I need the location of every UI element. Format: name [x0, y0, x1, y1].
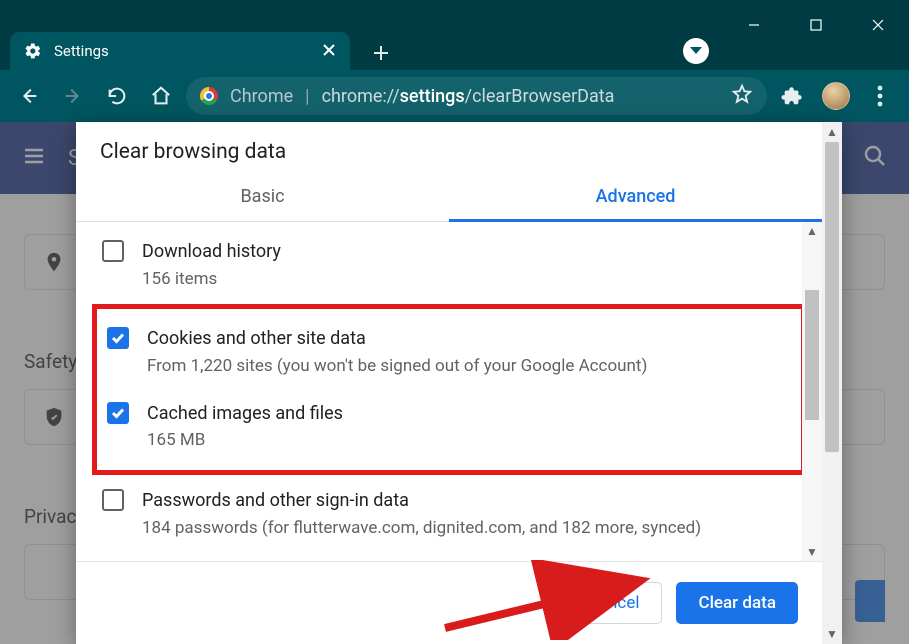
url-origin-label: Chrome: [230, 86, 293, 107]
bookmark-star-icon[interactable]: [731, 83, 753, 110]
dialog-tabs: Basic Advanced: [76, 172, 822, 222]
scroll-up-icon[interactable]: ▲: [822, 122, 842, 142]
titlebar: [0, 0, 909, 16]
dialog-list: Download history 156 items Cookies and o…: [76, 222, 822, 561]
close-tab-button[interactable]: [322, 42, 336, 61]
chrome-icon: [200, 87, 218, 105]
new-tab-button[interactable]: [364, 36, 398, 70]
item-secondary: From 1,220 sites (you won't be signed ou…: [147, 354, 647, 380]
scroll-down-icon[interactable]: ▼: [802, 543, 822, 561]
forward-button[interactable]: [54, 77, 92, 115]
tab-basic[interactable]: Basic: [76, 172, 449, 222]
item-primary: Cached images and files: [147, 400, 343, 429]
list-item-cookies[interactable]: Cookies and other site data From 1,220 s…: [97, 315, 801, 389]
checkbox[interactable]: [102, 240, 124, 262]
scroll-up-icon[interactable]: ▲: [802, 222, 822, 240]
menu-button[interactable]: [861, 77, 899, 115]
url-divider: |: [305, 86, 309, 107]
profile-avatar[interactable]: [817, 77, 855, 115]
browser-tab[interactable]: Settings: [10, 32, 350, 70]
url-path: chrome://settings/clearBrowserData: [322, 86, 615, 107]
checkbox[interactable]: [107, 327, 129, 349]
tab-advanced[interactable]: Advanced: [449, 172, 822, 222]
tab-title: Settings: [54, 42, 310, 60]
item-primary: Passwords and other sign-in data: [142, 487, 701, 516]
clear-browsing-data-dialog: Clear browsing data Basic Advanced Downl…: [76, 122, 842, 644]
extensions-button[interactable]: [773, 77, 811, 115]
item-primary: Download history: [142, 238, 281, 267]
item-secondary: 156 items: [142, 267, 281, 293]
omnibox[interactable]: Chrome | chrome://settings/clearBrowserD…: [186, 77, 767, 115]
reload-button[interactable]: [98, 77, 136, 115]
item-primary: Cookies and other site data: [147, 325, 647, 354]
annotation-highlight: Cookies and other site data From 1,220 s…: [92, 304, 806, 475]
checkbox[interactable]: [107, 402, 129, 424]
home-button[interactable]: [142, 77, 180, 115]
gear-icon: [24, 42, 42, 60]
cancel-button[interactable]: Cancel: [565, 582, 663, 624]
dialog-footer: Cancel Clear data: [76, 561, 822, 644]
clear-data-button[interactable]: Clear data: [676, 582, 798, 624]
scroll-down-icon[interactable]: ▼: [822, 624, 842, 644]
list-item-cache[interactable]: Cached images and files 165 MB: [97, 390, 801, 464]
dialog-scrollbar[interactable]: ▲ ▼: [822, 122, 842, 644]
list-item-passwords[interactable]: Passwords and other sign-in data 184 pas…: [76, 477, 822, 551]
checkbox[interactable]: [102, 489, 124, 511]
item-secondary: 165 MB: [147, 428, 343, 454]
back-button[interactable]: [10, 77, 48, 115]
list-scrollbar[interactable]: ▲ ▼: [802, 222, 822, 561]
dialog-title: Clear browsing data: [76, 122, 822, 172]
address-bar: Chrome | chrome://settings/clearBrowserD…: [0, 70, 909, 122]
tab-search-button[interactable]: [683, 38, 709, 64]
list-item-download-history[interactable]: Download history 156 items: [76, 228, 822, 302]
item-secondary: 184 passwords (for flutterwave.com, dign…: [142, 516, 701, 542]
